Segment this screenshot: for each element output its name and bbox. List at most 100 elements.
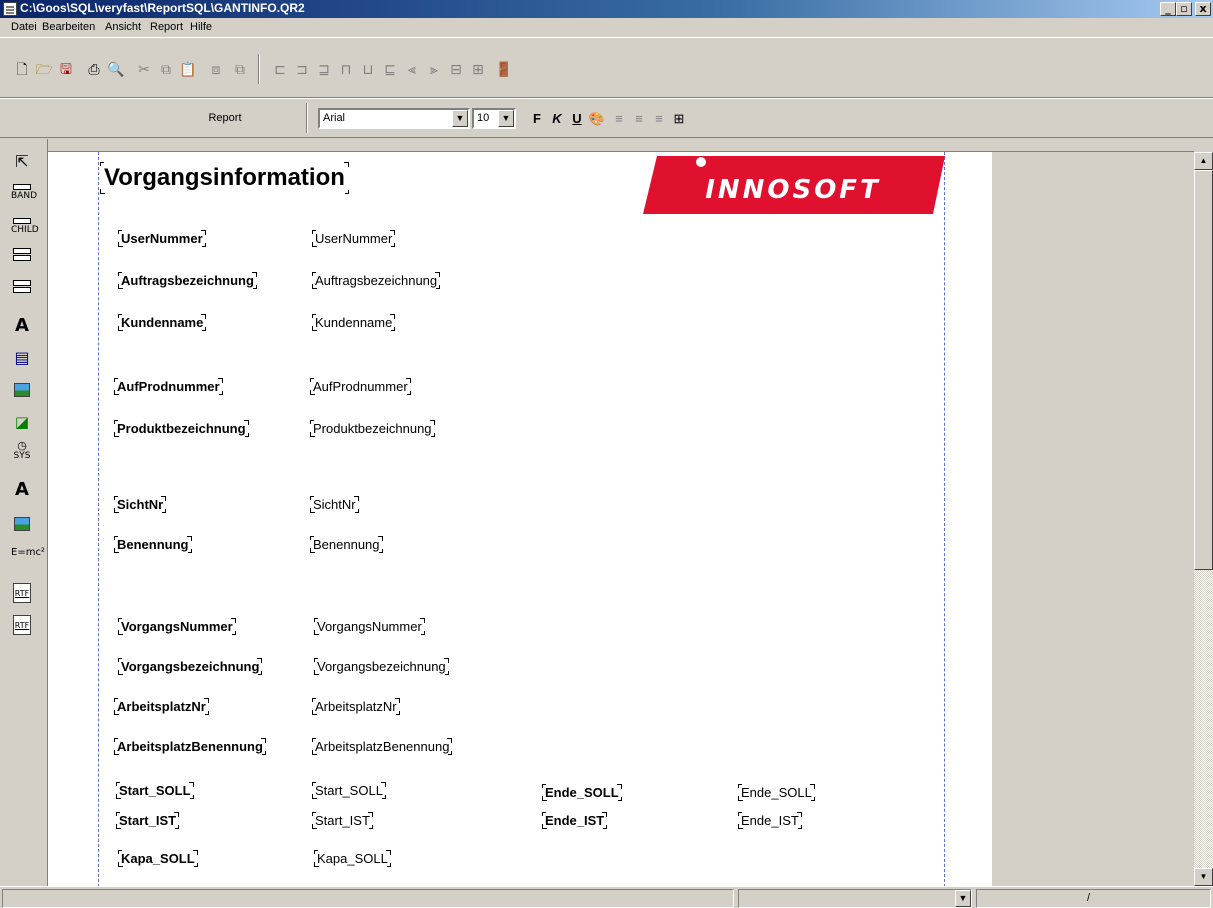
pointer-tool-icon[interactable]: ⇱ — [11, 151, 33, 175]
align-left-icon[interactable]: ⊏ — [270, 60, 290, 80]
image-tool-icon[interactable] — [11, 379, 33, 403]
label-vorgangsbezeichnung[interactable]: Vorgangsbezeichnung — [118, 658, 263, 675]
app-icon[interactable] — [3, 2, 17, 16]
label-ende-ist[interactable]: Ende_IST — [542, 812, 608, 829]
design-canvas[interactable]: Vorgangsinformation INNOSOFT UserNummer … — [48, 152, 1194, 886]
vertical-scrollbar[interactable]: ▲ ▼ — [1194, 152, 1213, 886]
paste-icon[interactable]: 📋 — [178, 60, 198, 80]
field-arbeitsplatzbenennung[interactable]: ArbeitsplatzBenennung — [312, 738, 453, 755]
align-band-icon[interactable]: ⊞ — [468, 60, 488, 80]
child-band-tool-icon[interactable]: CHILD — [11, 217, 39, 241]
label-arbeitsplatzbenennung[interactable]: ArbeitsplatzBenennung — [114, 738, 266, 755]
text-align-left-icon[interactable]: ≡ — [610, 110, 628, 128]
field-auftragsbezeichnung[interactable]: Auftragsbezeichnung — [312, 272, 441, 289]
group-band-tool-icon[interactable] — [11, 247, 33, 271]
save-icon[interactable]: 🖫 — [56, 60, 76, 80]
label-sichtnr[interactable]: SichtNr — [114, 496, 167, 513]
align-bottom-icon[interactable]: ⊑ — [380, 60, 400, 80]
menu-report[interactable]: Report — [150, 21, 183, 33]
center-band-icon[interactable]: ⊟ — [446, 60, 466, 80]
label-benennung[interactable]: Benennung — [114, 536, 192, 553]
space-vertical-icon[interactable]: ⫸ — [424, 60, 444, 80]
title-bar[interactable]: C:\Goos\SQL\veryfast\ReportSQL\GANTINFO.… — [0, 0, 1213, 18]
sysdata-tool-icon[interactable]: ◷ SYS — [11, 440, 33, 465]
open-folder-icon[interactable]: 🗁 — [34, 60, 54, 80]
report-section-label[interactable]: Report — [180, 112, 270, 124]
font-name-select[interactable]: Arial ▼ — [318, 108, 470, 129]
maximize-button[interactable]: ▫ — [1176, 2, 1192, 16]
label-kundenname[interactable]: Kundenname — [118, 314, 207, 331]
chevron-down-icon[interactable]: ▼ — [955, 890, 971, 907]
minimize-button[interactable]: _ — [1160, 2, 1176, 16]
align-hcenter-icon[interactable]: ⊐ — [292, 60, 312, 80]
field-usernummer[interactable]: UserNummer — [312, 230, 396, 247]
exit-door-icon[interactable]: 🚪 — [494, 60, 514, 80]
menu-ansicht[interactable]: Ansicht — [105, 21, 141, 33]
field-vorgangsnummer[interactable]: VorgangsNummer — [314, 618, 425, 635]
close-button[interactable]: x — [1195, 2, 1211, 16]
copy-icon[interactable]: ⧉ — [156, 60, 176, 80]
richtext-tool-icon[interactable]: RTF — [13, 583, 31, 603]
cut-icon[interactable]: ✂ — [134, 60, 154, 80]
label-aufprodnummer[interactable]: AufProdnummer — [114, 378, 223, 395]
report-page[interactable]: Vorgangsinformation INNOSOFT UserNummer … — [48, 152, 992, 886]
field-start-ist[interactable]: Start_IST — [312, 812, 373, 829]
chevron-down-icon[interactable]: ▼ — [498, 110, 514, 127]
text-align-center-icon[interactable]: ≡ — [630, 110, 648, 128]
field-ende-soll[interactable]: Ende_SOLL — [738, 784, 815, 801]
label-start-ist[interactable]: Start_IST — [116, 812, 180, 829]
menu-bearbeiten[interactable]: Bearbeiten — [42, 21, 95, 33]
field-kapa-soll[interactable]: Kapa_SOLL — [314, 850, 391, 867]
font-size-select[interactable]: 10 ▼ — [472, 108, 516, 129]
field-arbeitsplatznr[interactable]: ArbeitsplatzNr — [312, 698, 400, 715]
menu-hilfe[interactable]: Hilfe — [190, 21, 212, 33]
field-produktbezeichnung[interactable]: Produktbezeichnung — [310, 420, 435, 437]
text-align-right-icon[interactable]: ≡ — [650, 110, 668, 128]
print-preview-icon[interactable]: 🔍 — [106, 60, 126, 80]
print-icon[interactable]: ⎙ — [84, 60, 104, 80]
new-icon[interactable]: 🗋 — [12, 60, 32, 80]
label-usernummer[interactable]: UserNummer — [118, 230, 206, 247]
status-combo[interactable]: ▼ — [738, 889, 972, 908]
label-kapa-soll[interactable]: Kapa_SOLL — [118, 850, 198, 867]
band-tool-icon[interactable]: BAND — [11, 183, 37, 207]
field-aufprodnummer[interactable]: AufProdnummer — [310, 378, 411, 395]
report-title[interactable]: Vorgangsinformation — [100, 162, 349, 194]
italic-button[interactable]: K — [548, 110, 566, 128]
dbtext-tool-icon[interactable]: A — [11, 479, 33, 503]
frame-border-icon[interactable]: ⊞ — [670, 110, 688, 128]
dbimage-tool-icon[interactable] — [11, 513, 33, 537]
align-top-icon[interactable]: ⊓ — [336, 60, 356, 80]
shape-tool-icon[interactable]: ◪ — [11, 411, 33, 435]
bring-to-front-icon[interactable]: ⧈ — [206, 60, 226, 80]
field-benennung[interactable]: Benennung — [310, 536, 383, 553]
label-tool-icon[interactable]: A — [11, 315, 33, 339]
bold-button[interactable]: F — [528, 110, 546, 128]
menu-datei[interactable]: Datei — [11, 21, 37, 33]
scrollbar-thumb[interactable] — [1194, 170, 1213, 570]
color-palette-icon[interactable]: 🎨 — [588, 110, 606, 128]
send-to-back-icon[interactable]: ⧉ — [230, 60, 250, 80]
field-vorgangsbezeichnung[interactable]: Vorgangsbezeichnung — [314, 658, 449, 675]
label-arbeitsplatznr[interactable]: ArbeitsplatzNr — [114, 698, 209, 715]
underline-button[interactable]: U — [568, 110, 586, 128]
label-start-soll[interactable]: Start_SOLL — [116, 782, 194, 799]
label-ende-soll[interactable]: Ende_SOLL — [542, 784, 622, 801]
label-auftragsbezeichnung[interactable]: Auftragsbezeichnung — [118, 272, 257, 289]
dbrichtext-tool-icon[interactable]: RTF — [13, 615, 31, 635]
expression-tool-icon[interactable]: E=mc² — [11, 547, 45, 571]
memo-tool-icon[interactable]: ▤ — [11, 347, 33, 371]
field-start-soll[interactable]: Start_SOLL — [312, 782, 386, 799]
field-ende-ist[interactable]: Ende_IST — [738, 812, 802, 829]
chevron-down-icon[interactable]: ▼ — [452, 110, 468, 127]
label-produktbezeichnung[interactable]: Produktbezeichnung — [114, 420, 249, 437]
subdetail-band-tool-icon[interactable] — [11, 279, 33, 303]
scroll-up-icon[interactable]: ▲ — [1194, 152, 1213, 170]
field-sichtnr[interactable]: SichtNr — [310, 496, 359, 513]
scroll-down-icon[interactable]: ▼ — [1194, 868, 1213, 886]
align-right-icon[interactable]: ⊒ — [314, 60, 334, 80]
label-vorgangsnummer[interactable]: VorgangsNummer — [118, 618, 236, 635]
space-horizontal-icon[interactable]: ⫷ — [402, 60, 422, 80]
align-vcenter-icon[interactable]: ⊔ — [358, 60, 378, 80]
field-kundenname[interactable]: Kundenname — [312, 314, 396, 331]
